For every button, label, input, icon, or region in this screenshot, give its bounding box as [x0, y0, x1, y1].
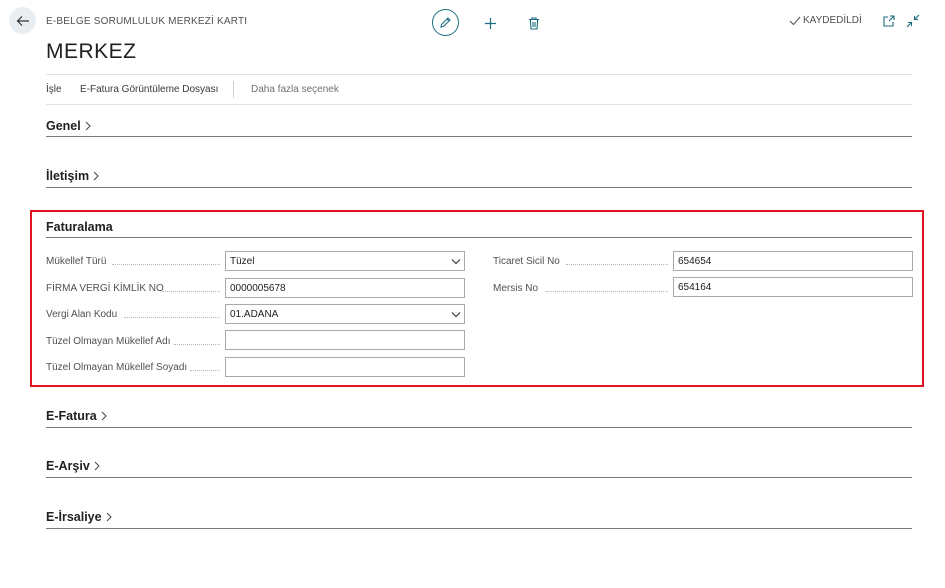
chevron-right-icon: [106, 512, 112, 522]
trash-icon: [529, 16, 539, 30]
field-dots: [162, 291, 220, 292]
mersis-label: Mersis No: [493, 283, 539, 294]
field-dots: [112, 264, 220, 265]
chevron-down-icon: [451, 311, 461, 317]
chevron-right-icon: [85, 121, 91, 131]
section-edispatch-title: E-İrsaliye: [46, 510, 102, 524]
chevron-right-icon: [93, 171, 99, 181]
section-contact-header[interactable]: İletişim: [46, 169, 100, 183]
taxpayer-type-value: Tüzel: [230, 255, 255, 267]
section-invoicing-header[interactable]: Faturalama: [46, 220, 113, 234]
field-dots: [566, 264, 668, 265]
section-einvoice-title: E-Fatura: [46, 409, 97, 423]
trade-registry-label: Ticaret Sicil No: [493, 256, 560, 267]
taxpayer-type-label: Mükellef Türü: [46, 256, 107, 267]
section-contact-line: [46, 187, 912, 188]
delete-button[interactable]: [526, 14, 542, 32]
section-invoicing-line: [46, 237, 912, 238]
tax-id-label: FİRMA VERGİ KİMLİK NO: [46, 283, 164, 294]
tax-area-label: Vergi Alan Kodu: [46, 309, 118, 320]
checkmark-icon: [789, 16, 801, 25]
mersis-value: 654164: [678, 281, 712, 293]
edit-button[interactable]: [432, 9, 459, 36]
section-einvoice-header[interactable]: E-Fatura: [46, 409, 108, 423]
action-process[interactable]: İşle: [46, 84, 62, 95]
section-einvoice-line: [46, 427, 912, 428]
tax-id-value: 0000005678: [230, 282, 286, 294]
non-corp-surname-label: Tüzel Olmayan Mükellef Soyadı: [46, 362, 188, 373]
field-dots: [190, 370, 220, 371]
action-separator: [233, 81, 234, 98]
section-invoicing-title: Faturalama: [46, 220, 113, 234]
collapse-button[interactable]: [906, 14, 922, 30]
section-general-line: [46, 136, 912, 137]
saved-status-label: KAYDEDİLDİ: [803, 15, 862, 26]
section-earchive-header[interactable]: E-Arşiv: [46, 459, 101, 473]
tax-id-field[interactable]: 0000005678: [225, 278, 465, 298]
tax-area-value: 01.ADANA: [230, 308, 279, 320]
plus-icon: [484, 17, 496, 29]
non-corp-name-field[interactable]: [225, 330, 465, 350]
collapse-icon: [906, 14, 920, 28]
header-divider: [46, 74, 912, 75]
back-button[interactable]: [9, 7, 36, 34]
trade-registry-value: 654654: [678, 255, 712, 267]
saved-status: KAYDEDİLDİ: [789, 15, 862, 26]
taxpayer-type-select[interactable]: Tüzel: [225, 251, 465, 271]
back-arrow-icon: [16, 15, 29, 26]
trade-registry-field[interactable]: 654654: [673, 251, 913, 271]
section-earchive-title: E-Arşiv: [46, 459, 90, 473]
breadcrumb: E-BELGE SORUMLULUK MERKEZİ KARTI: [46, 16, 248, 27]
section-contact-title: İletişim: [46, 169, 90, 183]
field-dots: [546, 291, 668, 292]
section-general-title: Genel: [46, 119, 81, 133]
non-corp-surname-field[interactable]: [225, 357, 465, 377]
field-dots: [174, 344, 220, 345]
section-earchive-line: [46, 477, 912, 478]
chevron-right-icon: [101, 411, 107, 421]
non-corp-name-label: Tüzel Olmayan Mükellef Adı: [46, 336, 171, 347]
popout-button[interactable]: [882, 14, 898, 30]
chevron-down-icon: [451, 258, 461, 264]
tax-area-select[interactable]: 01.ADANA: [225, 304, 465, 324]
action-divider: [46, 104, 912, 105]
section-edispatch-header[interactable]: E-İrsaliye: [46, 510, 113, 524]
add-button[interactable]: [481, 14, 499, 32]
mersis-field[interactable]: 654164: [673, 277, 913, 297]
pencil-icon: [440, 17, 451, 28]
section-edispatch-line: [46, 528, 912, 529]
action-einvoice-view-file[interactable]: E-Fatura Görüntüleme Dosyası: [80, 84, 218, 95]
section-general-header[interactable]: Genel: [46, 119, 92, 133]
chevron-right-icon: [94, 461, 100, 471]
page-title: MERKEZ: [46, 40, 137, 63]
popout-icon: [883, 15, 895, 27]
action-more-options[interactable]: Daha fazla seçenek: [251, 84, 339, 95]
field-dots: [124, 317, 220, 318]
